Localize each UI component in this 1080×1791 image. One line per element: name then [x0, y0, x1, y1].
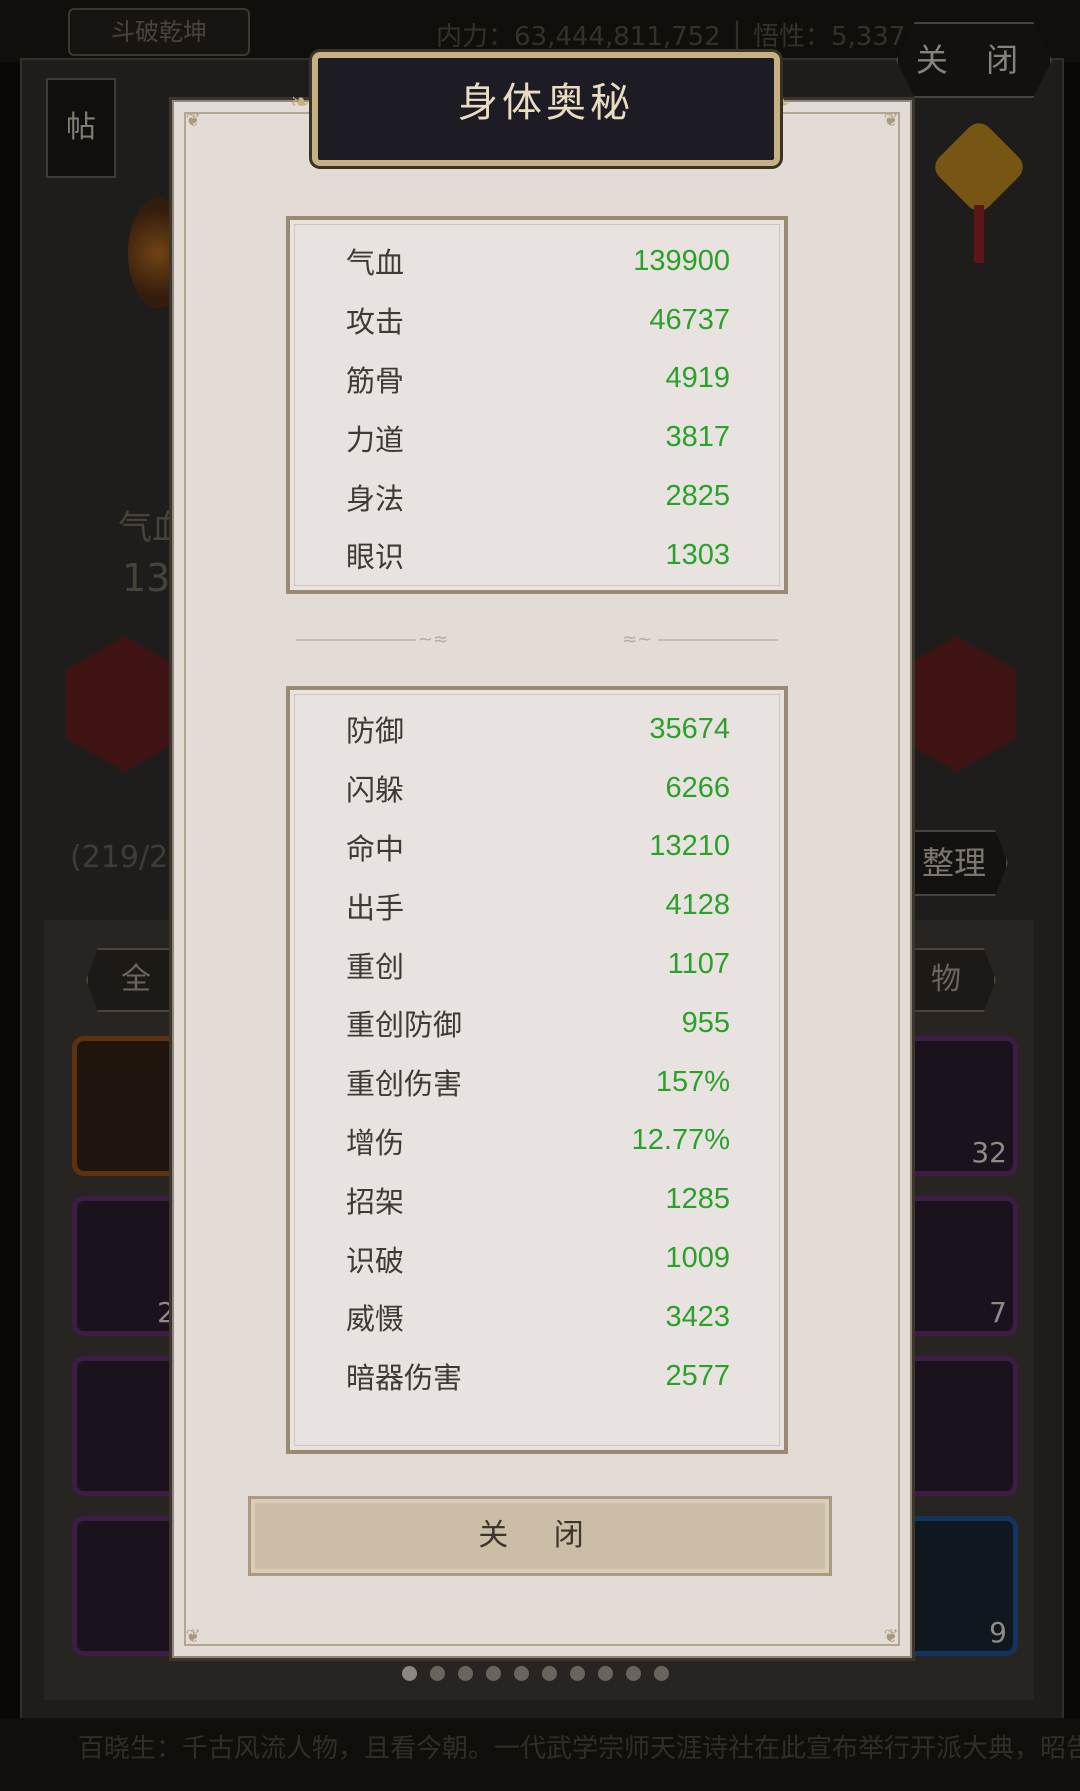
section-divider: ~≈ ≈~: [296, 630, 778, 650]
stat-value: 1009: [665, 1242, 730, 1275]
stat-row: 眼识 1303: [290, 526, 784, 585]
page-dot[interactable]: [570, 1666, 585, 1681]
stat-name: 攻击: [346, 305, 405, 340]
page-dot[interactable]: [430, 1666, 445, 1681]
corner-ornament-icon: ❦: [185, 110, 201, 131]
stat-value: 35674: [649, 712, 730, 745]
stat-row: 身法 2825: [290, 467, 784, 526]
stat-name: 出手: [346, 890, 405, 925]
stat-row: 命中 13210: [290, 818, 784, 877]
stat-value: 1303: [665, 538, 730, 571]
stat-value: 46737: [649, 303, 730, 336]
stat-value: 2577: [665, 1359, 730, 1392]
stat-value: 4128: [665, 889, 730, 922]
stat-value: 3423: [665, 1300, 730, 1333]
stat-value: 4919: [665, 362, 730, 395]
primary-stats-list: 气血 139900 攻击 46737 筋骨 4919 力道 3817 身法 2825 眼识 1303: [290, 232, 784, 585]
page-dot[interactable]: [458, 1666, 473, 1681]
stat-value: 13210: [649, 830, 730, 863]
corner-ornament-icon: ❦: [883, 1626, 899, 1647]
page-dot[interactable]: [402, 1666, 417, 1681]
dialog-title: 身体奥秘: [458, 80, 634, 126]
stat-name: 防御: [346, 714, 405, 749]
stat-value: 157%: [655, 1065, 730, 1098]
stat-row: 重创 1107: [290, 935, 784, 994]
page-dot[interactable]: [542, 1666, 557, 1681]
stat-row: 增伤 12.77%: [290, 1112, 784, 1171]
stat-name: 重创防御: [346, 1008, 463, 1043]
page-dot[interactable]: [486, 1666, 501, 1681]
stat-value: 6266: [665, 771, 730, 804]
stat-name: 眼识: [346, 540, 405, 575]
stat-row: 出手 4128: [290, 876, 784, 935]
stat-name: 重创伤害: [346, 1067, 463, 1102]
stat-name: 增伤: [346, 1125, 405, 1160]
stat-row: 筋骨 4919: [290, 350, 784, 409]
secondary-stats-list[interactable]: 防御 35674 闪躲 6266 命中 13210 出手 4128 重创 1107 重创防御 955 重…: [290, 700, 784, 1422]
page-dot[interactable]: [514, 1666, 529, 1681]
stat-row: 识破 1009: [290, 1229, 784, 1288]
stat-name: 识破: [346, 1243, 405, 1278]
stat-value: 2825: [665, 480, 730, 513]
stat-name: 身法: [346, 481, 405, 516]
corner-ornament-icon: ❦: [185, 1626, 201, 1647]
stat-value: 139900: [633, 244, 730, 277]
title-ornament-left-icon: ❧: [289, 88, 311, 116]
stat-name: 暗器伤害: [346, 1361, 463, 1396]
secondary-stats-panel[interactable]: 防御 35674 闪躲 6266 命中 13210 出手 4128 重创 1107 重创防御 955 重…: [286, 686, 788, 1454]
stat-row: 气血 139900: [290, 232, 784, 291]
stat-value: 10.5%: [648, 1418, 730, 1422]
primary-stats-panel: 气血 139900 攻击 46737 筋骨 4919 力道 3817 身法 2825 眼识 1303: [286, 216, 788, 594]
stat-row: 重创防御 955: [290, 994, 784, 1053]
stat-value: 955: [681, 1006, 730, 1039]
stat-value: 3817: [665, 421, 730, 454]
close-button[interactable]: 关 闭: [248, 1496, 832, 1576]
stat-row: 暗器伤害 2577: [290, 1347, 784, 1406]
stat-row: 威慑 3423: [290, 1288, 784, 1347]
stat-row: 力道 3817: [290, 408, 784, 467]
stat-name: 闪躲: [346, 773, 405, 808]
stat-name: 筋骨: [346, 363, 405, 398]
page-dot[interactable]: [598, 1666, 613, 1681]
stat-row: 防御 35674: [290, 700, 784, 759]
stat-value: 12.77%: [631, 1124, 730, 1157]
stat-name: 招架: [346, 1184, 405, 1219]
stat-row: 攻击 46737: [290, 291, 784, 350]
stat-name: 命中: [346, 831, 405, 866]
stat-name: 力道: [346, 422, 405, 457]
page-dot[interactable]: [626, 1666, 641, 1681]
corner-ornament-icon: ❦: [883, 110, 899, 131]
stat-row: 重创伤害 157%: [290, 1053, 784, 1112]
dialog-title-plate: 身体奥秘: [312, 52, 780, 166]
stat-row: 破骨概率 10.5%: [290, 1406, 784, 1422]
stat-name: 气血: [346, 246, 405, 281]
stat-name: 威慑: [346, 1302, 405, 1337]
stat-name: 破骨概率: [346, 1414, 462, 1422]
stat-name: 重创: [346, 949, 405, 984]
page-indicator: [402, 1666, 669, 1681]
stat-row: 闪躲 6266: [290, 759, 784, 818]
page-dot[interactable]: [654, 1666, 669, 1681]
stat-value: 1285: [665, 1183, 730, 1216]
stat-row: 招架 1285: [290, 1170, 784, 1229]
stat-value: 1107: [667, 948, 730, 981]
